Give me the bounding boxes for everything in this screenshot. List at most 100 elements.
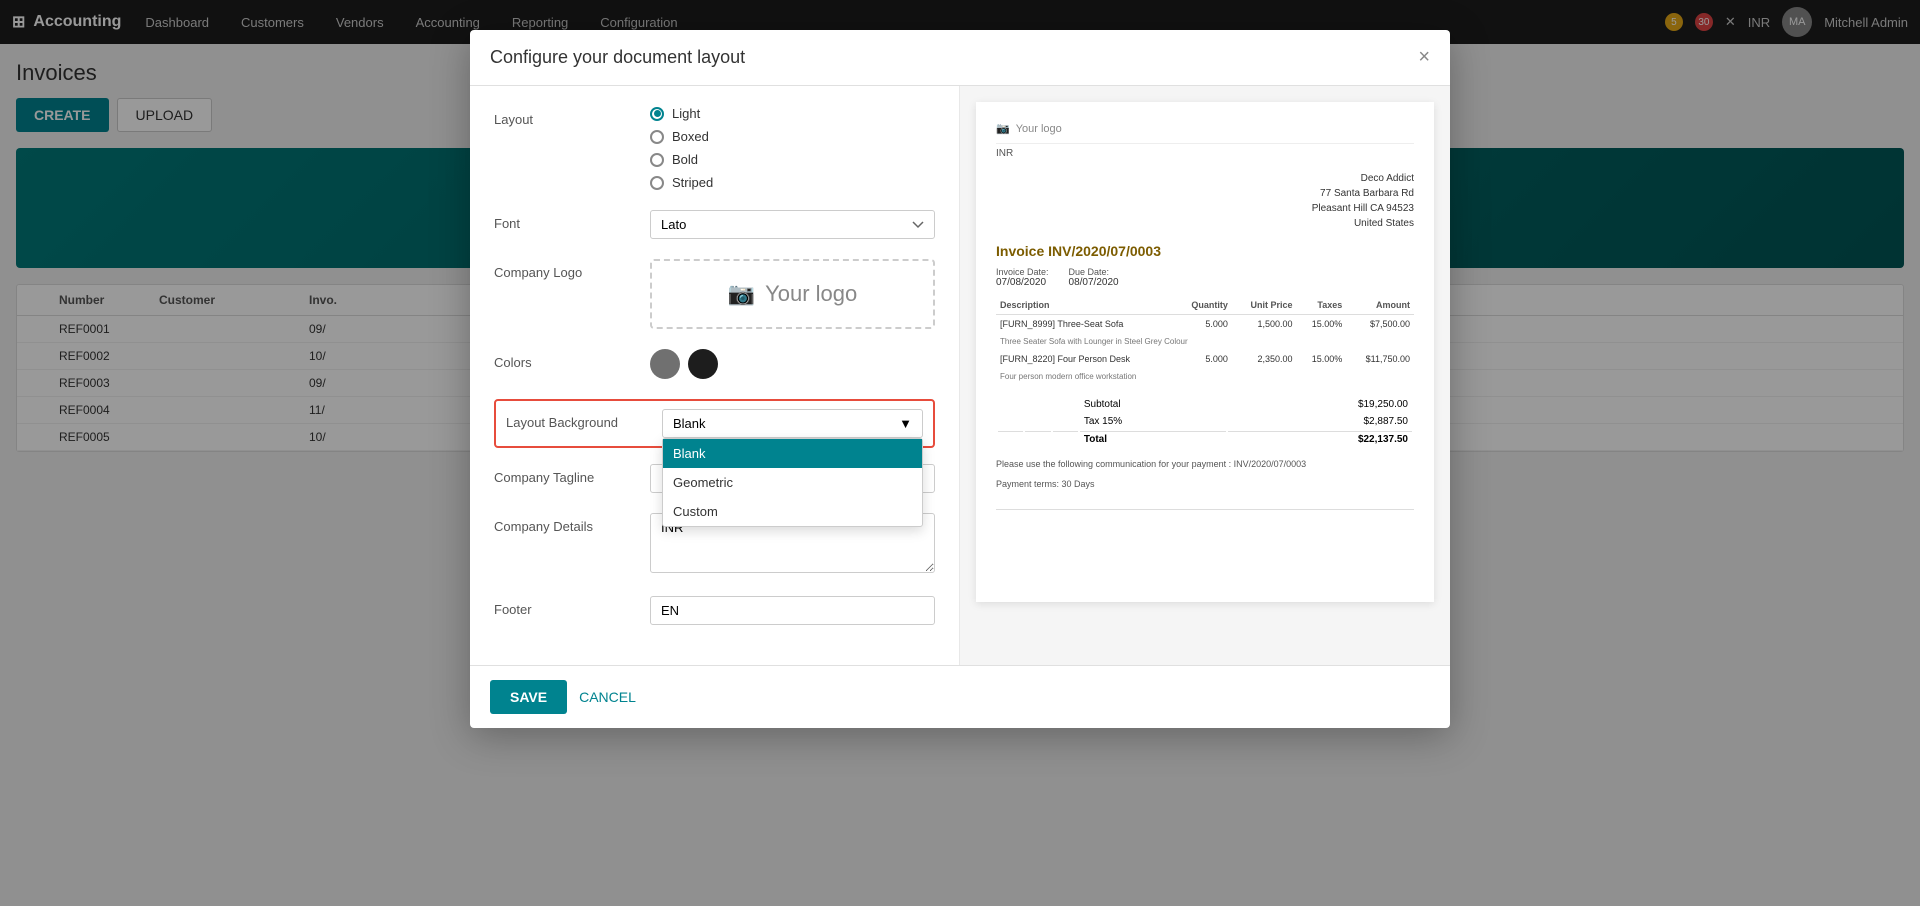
line-item-2-desc: Four person modern office workstation bbox=[996, 368, 1414, 385]
logo-text: Your logo bbox=[765, 281, 857, 307]
layout-option-boxed[interactable]: Boxed bbox=[650, 129, 935, 144]
radio-boxed bbox=[650, 130, 664, 144]
preview-camera-icon: 📷 bbox=[996, 122, 1010, 135]
preview-currency: INR bbox=[996, 148, 1414, 159]
layout-background-dropdown: Blank ▼ Blank Geometric Custom bbox=[662, 409, 923, 438]
li1-desc: Three Seater Sofa with Lounger in Steel … bbox=[996, 333, 1414, 350]
layout-option-bold[interactable]: Bold bbox=[650, 152, 935, 167]
footer-label: Footer bbox=[494, 596, 634, 617]
layout-background-select[interactable]: Blank ▼ bbox=[662, 409, 923, 438]
colors-control bbox=[650, 349, 935, 379]
radio-striped bbox=[650, 176, 664, 190]
company-logo-row: Company Logo 📷 Your logo bbox=[494, 259, 935, 329]
modal-header: Configure your document layout × bbox=[470, 30, 1450, 86]
color-swatch-2[interactable] bbox=[688, 349, 718, 379]
li1-amount: $7,500.00 bbox=[1346, 315, 1414, 334]
preview-due-date: 08/07/2020 bbox=[1069, 277, 1119, 288]
layout-bold-label: Bold bbox=[672, 152, 698, 167]
company-tagline-label: Company Tagline bbox=[494, 464, 634, 485]
footer-row: Footer bbox=[494, 596, 935, 625]
line-item-2: [FURN_8220] Four Person Desk 5.000 2,350… bbox=[996, 350, 1414, 368]
layout-boxed-label: Boxed bbox=[672, 129, 709, 144]
layout-background-value: Blank bbox=[673, 416, 706, 431]
tax-label: Tax 15% bbox=[1080, 414, 1227, 429]
preview-due-date-label: Due Date: bbox=[1069, 267, 1119, 277]
li1-taxes: 15.00% bbox=[1297, 315, 1347, 334]
font-label: Font bbox=[494, 210, 634, 231]
layout-background-highlighted: Layout Background Blank ▼ Blank Geometri… bbox=[494, 399, 935, 448]
modal-body: Layout Light Boxed bbox=[470, 86, 1450, 665]
col-unit-price: Unit Price bbox=[1232, 296, 1297, 315]
modal-left-panel: Layout Light Boxed bbox=[470, 86, 960, 665]
li2-qty: 5.000 bbox=[1174, 350, 1232, 368]
li2-taxes: 15.00% bbox=[1297, 350, 1347, 368]
layout-striped-label: Striped bbox=[672, 175, 713, 190]
colors-label: Colors bbox=[494, 349, 634, 370]
preview-dates: Invoice Date: 07/08/2020 Due Date: 08/07… bbox=[996, 267, 1414, 288]
modal-close-button[interactable]: × bbox=[1418, 46, 1430, 69]
preview-invoice-date: 07/08/2020 bbox=[996, 277, 1049, 288]
font-field-row: Font Lato bbox=[494, 210, 935, 239]
preview-logo-area: 📷 Your logo bbox=[996, 122, 1414, 144]
li1-price: 1,500.00 bbox=[1232, 315, 1297, 334]
layout-background-control: Blank ▼ Blank Geometric Custom bbox=[662, 409, 923, 438]
line-item-1-desc: Three Seater Sofa with Lounger in Steel … bbox=[996, 333, 1414, 350]
li1-qty: 5.000 bbox=[1174, 315, 1232, 334]
footer-control bbox=[650, 596, 935, 625]
invoice-preview: 📷 Your logo INR Deco Addict 77 Santa Bar… bbox=[976, 102, 1434, 602]
preview-invoice-date-label: Invoice Date: bbox=[996, 267, 1049, 277]
subtotal-label: Subtotal bbox=[1080, 397, 1227, 412]
color-swatch-1[interactable] bbox=[650, 349, 680, 379]
logo-control: 📷 Your logo bbox=[650, 259, 935, 329]
tax-row: Tax 15% $2,887.50 bbox=[998, 414, 1412, 429]
company-details-label: Company Details bbox=[494, 513, 634, 534]
preview-logo-text: Your logo bbox=[1016, 123, 1062, 135]
preview-payment-terms: Payment terms: 30 Days bbox=[996, 479, 1414, 489]
logo-placeholder[interactable]: 📷 Your logo bbox=[650, 259, 935, 329]
preview-line-items-table: Description Quantity Unit Price Taxes Am… bbox=[996, 296, 1414, 385]
col-description: Description bbox=[996, 296, 1174, 315]
preview-address: Deco Addict 77 Santa Barbara Rd Pleasant… bbox=[996, 171, 1414, 231]
cancel-button[interactable]: CANCEL bbox=[579, 689, 636, 705]
layout-option-light[interactable]: Light bbox=[650, 106, 935, 121]
line-item-1: [FURN_8999] Three-Seat Sofa 5.000 1,500.… bbox=[996, 315, 1414, 334]
preview-invoice-title: Invoice INV/2020/07/0003 bbox=[996, 243, 1414, 259]
subtotal-row: Subtotal $19,250.00 bbox=[998, 397, 1412, 412]
font-select[interactable]: Lato bbox=[650, 210, 935, 239]
layout-label: Layout bbox=[494, 106, 634, 127]
col-amount: Amount bbox=[1346, 296, 1414, 315]
modal-title: Configure your document layout bbox=[490, 47, 745, 68]
subtotal-value: $19,250.00 bbox=[1228, 397, 1412, 412]
layout-options: Light Boxed Bold bbox=[650, 106, 935, 190]
total-label: Total bbox=[1080, 431, 1227, 447]
preview-note: Please use the following communication f… bbox=[996, 459, 1414, 469]
save-button[interactable]: SAVE bbox=[490, 680, 567, 714]
layout-background-options: Blank Geometric Custom bbox=[662, 438, 923, 527]
li2-desc: Four person modern office workstation bbox=[996, 368, 1414, 385]
font-control: Lato bbox=[650, 210, 935, 239]
layout-option-striped[interactable]: Striped bbox=[650, 175, 935, 190]
li2-code: [FURN_8220] Four Person Desk bbox=[996, 350, 1174, 368]
preview-totals-table: Subtotal $19,250.00 Tax 15% $2,887.50 To… bbox=[996, 395, 1414, 449]
col-taxes: Taxes bbox=[1297, 296, 1347, 315]
preview-addr-1: Deco Addict bbox=[996, 171, 1414, 186]
layout-light-label: Light bbox=[672, 106, 700, 121]
preview-addr-2: 77 Santa Barbara Rd bbox=[996, 186, 1414, 201]
colors-row: Colors bbox=[494, 349, 935, 379]
layout-background-label: Layout Background bbox=[506, 409, 646, 430]
preview-footer-line bbox=[996, 509, 1414, 510]
layout-field-row: Layout Light Boxed bbox=[494, 106, 935, 190]
footer-input[interactable] bbox=[650, 596, 935, 625]
option-custom[interactable]: Custom bbox=[663, 497, 922, 526]
option-blank[interactable]: Blank bbox=[663, 439, 922, 468]
option-geometric[interactable]: Geometric bbox=[663, 468, 922, 497]
company-logo-label: Company Logo bbox=[494, 259, 634, 280]
modal-overlay: Configure your document layout × Layout … bbox=[0, 0, 1920, 906]
total-value: $22,137.50 bbox=[1228, 431, 1412, 447]
configure-layout-modal: Configure your document layout × Layout … bbox=[470, 30, 1450, 728]
tax-value: $2,887.50 bbox=[1228, 414, 1412, 429]
li1-code: [FURN_8999] Three-Seat Sofa bbox=[996, 315, 1174, 334]
col-quantity: Quantity bbox=[1174, 296, 1232, 315]
modal-footer: SAVE CANCEL bbox=[470, 665, 1450, 728]
chevron-down-icon: ▼ bbox=[899, 416, 912, 431]
